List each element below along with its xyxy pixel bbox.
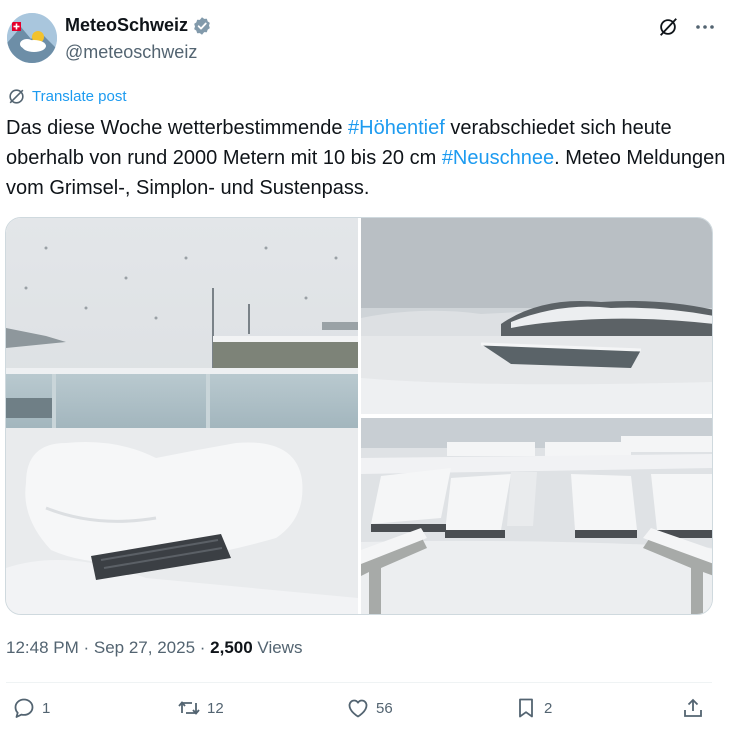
bookmark-button[interactable]: 2: [514, 696, 552, 720]
photo-snowy-terrace[interactable]: [6, 218, 358, 614]
author-handle[interactable]: @meteoschweiz: [65, 42, 197, 63]
reply-count: 1: [42, 699, 51, 717]
bookmark-count: 2: [544, 699, 553, 717]
divider: [6, 682, 712, 683]
hashtag-link[interactable]: #Höhentief: [348, 117, 445, 139]
meteoschweiz-logo-icon[interactable]: [7, 13, 57, 63]
repost-icon: [178, 701, 200, 715]
translate-post-link[interactable]: Translate post: [7, 87, 127, 106]
post-text: Das diese Woche wetterbestimmende #Höhen…: [6, 113, 726, 203]
post-time[interactable]: 12:48 PM: [6, 638, 79, 657]
author-display-name[interactable]: MeteoSchweiz: [65, 15, 188, 36]
repost-count: 12: [207, 699, 224, 717]
verified-badge-icon[interactable]: [192, 16, 212, 36]
photo-snowy-pass-lake[interactable]: [361, 218, 712, 414]
post-meta: 12:48 PM · Sep 27, 2025 · 2,500 Views: [6, 638, 302, 658]
media-grid: [5, 217, 713, 615]
globe-icon: [9, 89, 24, 104]
meta-separator: ·: [78, 638, 94, 657]
post-text-part: Das diese Woche wetterbestimmende: [6, 117, 349, 139]
post-header: MeteoSchweiz @meteoschweiz: [7, 13, 733, 65]
heart-icon: [348, 699, 368, 718]
views-label: Views: [252, 638, 303, 657]
post-date[interactable]: Sep 27, 2025: [94, 638, 195, 657]
reply-icon: [14, 698, 34, 718]
photo-snowy-benches[interactable]: [361, 418, 712, 614]
like-count: 56: [376, 699, 393, 717]
reply-button[interactable]: 1: [12, 696, 50, 720]
translate-post-label: Translate post: [32, 88, 127, 105]
meta-separator: ·: [195, 638, 211, 657]
action-bar: 1 12 56 2: [0, 696, 740, 726]
hashtag-link[interactable]: #Neuschnee: [442, 147, 554, 169]
bookmark-icon: [519, 698, 533, 718]
more-options-icon[interactable]: [693, 15, 717, 39]
share-icon: [684, 698, 702, 717]
like-button[interactable]: 56: [346, 696, 393, 720]
share-button[interactable]: [681, 696, 705, 720]
repost-button[interactable]: 12: [177, 696, 224, 720]
views-count: 2,500: [210, 638, 253, 657]
grok-icon[interactable]: [657, 16, 679, 38]
author-name-row: MeteoSchweiz: [65, 15, 212, 36]
